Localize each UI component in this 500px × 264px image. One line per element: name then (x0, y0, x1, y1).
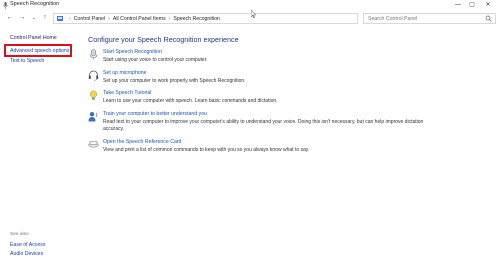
navigation-bar: ← → ⌄ ↑ › Control Panel › All Control Panel… (0, 11, 500, 26)
breadcrumb-chevron-icon: › (108, 15, 110, 22)
mouse-cursor-icon (251, 10, 256, 18)
breadcrumb-item[interactable]: Speech Recognition (173, 16, 219, 22)
page-title: Configure your Speech Recognition experi… (88, 35, 239, 44)
item-description: Read text to your computer to improve yo… (103, 119, 424, 132)
title-bar: Speech Recognition — ▢ ✕ (0, 0, 500, 11)
maximize-button[interactable]: ▢ (466, 0, 478, 10)
recent-locations-chevron-icon[interactable]: ⌄ (29, 13, 39, 23)
user-speech-icon (88, 112, 98, 122)
microphone-icon (3, 2, 8, 9)
control-panel-icon (57, 16, 63, 21)
lightbulb-icon (89, 90, 98, 100)
close-button[interactable]: ✕ (482, 0, 494, 10)
minimize-button[interactable]: — (452, 0, 464, 10)
start-speech-recognition-link[interactable]: Start Speech Recognition (103, 49, 162, 55)
breadcrumb-chevron-icon: › (69, 15, 71, 22)
headset-icon (88, 70, 99, 81)
search-icon (485, 15, 492, 22)
text-to-speech-link[interactable]: Text to Speech (10, 58, 44, 64)
breadcrumb: › Control Panel › All Control Panel Items › S… (66, 16, 220, 22)
up-arrow-icon[interactable]: ↑ (40, 13, 50, 23)
ease-of-access-link[interactable]: Ease of Access (10, 242, 45, 248)
breadcrumb-item[interactable]: All Control Panel Items (113, 16, 166, 22)
take-speech-tutorial-link[interactable]: Take Speech Tutorial (103, 90, 151, 96)
forward-arrow-icon[interactable]: → (17, 13, 27, 23)
search-input[interactable]: Search Control Panel (363, 13, 496, 24)
train-computer-link[interactable]: Train your computer to better understand… (103, 111, 207, 117)
left-pane: Control Panel Home Advanced speech optio… (0, 26, 80, 264)
back-arrow-icon[interactable]: ← (5, 13, 15, 23)
item-description: Start using your voice to control your c… (103, 57, 208, 63)
search-placeholder: Search Control Panel (368, 15, 418, 22)
open-speech-reference-card-link[interactable]: Open the Speech Reference Card (103, 139, 181, 145)
audio-devices-link[interactable]: Audio Devices (10, 251, 43, 257)
see-also-label: See also (10, 232, 29, 237)
control-panel-home-link[interactable]: Control Panel Home (10, 35, 57, 41)
breadcrumb-item[interactable]: Control Panel (74, 16, 105, 22)
advanced-speech-options-link[interactable]: Advanced speech options (10, 48, 69, 54)
item-description: View and print a list of common commands… (103, 147, 310, 153)
breadcrumb-chevron-icon: › (168, 15, 171, 22)
window-title: Speech Recognition (10, 1, 60, 7)
reference-card-icon (88, 141, 99, 148)
microphone-icon (89, 49, 98, 60)
item-description: Set up your computer to work properly wi… (103, 78, 246, 84)
set-up-microphone-link[interactable]: Set up microphone (103, 70, 147, 76)
item-description: Learn to use your computer with speech. … (103, 98, 278, 104)
address-bar[interactable]: › Control Panel › All Control Panel Items › S… (53, 13, 406, 24)
